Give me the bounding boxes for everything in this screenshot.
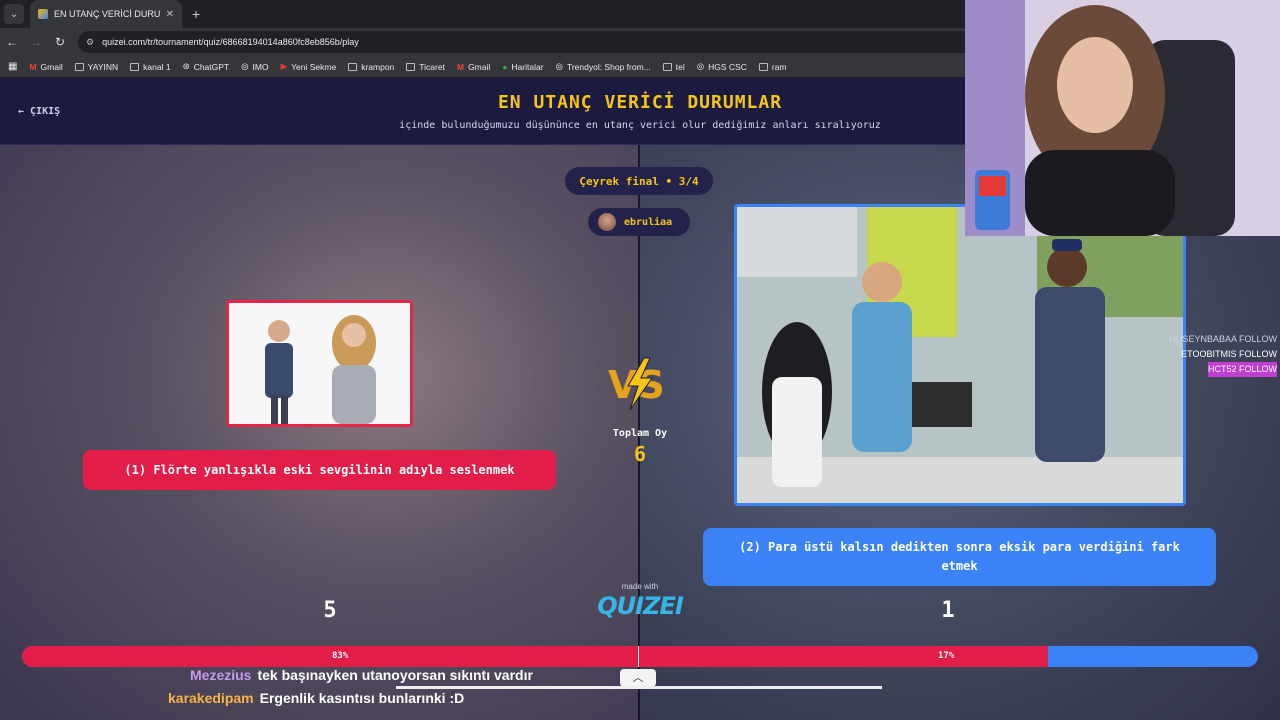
url-text: quizei.com/tr/tournament/quiz/6866819401… bbox=[102, 37, 359, 47]
bookmark-ram[interactable]: ram bbox=[758, 62, 787, 72]
folder-icon bbox=[662, 62, 672, 71]
globe-icon: ◎ bbox=[555, 61, 563, 71]
chat-text: tek başınayken utanoyorsan sıkıntı vardı… bbox=[257, 667, 533, 683]
option-1-image[interactable] bbox=[226, 300, 413, 427]
apps-icon[interactable]: ▦ bbox=[8, 61, 17, 72]
total-votes-value: 6 bbox=[633, 442, 647, 466]
folder-icon bbox=[348, 62, 358, 71]
webcam-overlay bbox=[965, 0, 1280, 236]
chat-text: Ergenlik kasıntısı bunlarınki :D bbox=[259, 690, 465, 706]
option-2-vote-count: 1 bbox=[941, 598, 955, 623]
bookmark-kanal1[interactable]: kanal 1 bbox=[130, 62, 171, 72]
new-tab-icon[interactable]: + bbox=[192, 6, 200, 22]
bookmark-hgs[interactable]: ◎ HGS CSC bbox=[697, 61, 747, 72]
option-2-button[interactable]: (2) Para üstü kalsın dedikten sonra eksi… bbox=[703, 528, 1216, 586]
bookmark-yeni-sekme[interactable]: ▶ Yeni Sekme bbox=[281, 61, 337, 72]
made-with-label: made with bbox=[621, 582, 659, 591]
chat-message: Mezezius tek başınayken utanoyorsan sıkı… bbox=[190, 667, 533, 683]
follow-alert: ETOOBITMIS FOLLOW bbox=[1181, 349, 1277, 359]
folder-icon bbox=[758, 62, 768, 71]
folder-icon bbox=[406, 62, 416, 71]
tab-title: EN UTANÇ VERİCİ DURUMLAR bbox=[54, 9, 160, 19]
browser-tab[interactable]: EN UTANÇ VERİCİ DURUMLAR ✕ bbox=[30, 0, 182, 28]
bookmark-tel[interactable]: tel bbox=[662, 62, 685, 72]
play-icon: ▶ bbox=[280, 61, 288, 71]
option-1-vote-count: 5 bbox=[323, 598, 337, 623]
user-badge: ebruliaa bbox=[588, 208, 690, 236]
vote-progress-bar: 83% 17% bbox=[22, 646, 1258, 667]
option-1-button[interactable]: (1) Flörte yanlışıkla eski sevgilinin ad… bbox=[83, 450, 556, 490]
progress-midline bbox=[638, 646, 639, 667]
reload-icon[interactable]: ↻ bbox=[48, 35, 72, 49]
chat-username: karakedipam bbox=[168, 690, 254, 706]
bookmark-trendyol[interactable]: ◎ Trendyol: Shop from... bbox=[556, 61, 651, 72]
option-1-progress-fill bbox=[22, 646, 1048, 667]
bookmark-imo[interactable]: ◎ IMO bbox=[241, 61, 268, 72]
bookmark-gmail[interactable]: M Gmail bbox=[29, 62, 62, 72]
site-info-icon[interactable]: ⚙ bbox=[86, 37, 94, 48]
tab-search-icon[interactable]: ⌄ bbox=[4, 4, 24, 24]
option-1-percent: 83% bbox=[332, 651, 349, 661]
map-pin-icon: ● bbox=[502, 61, 508, 72]
username: ebruliaa bbox=[624, 216, 673, 228]
globe-icon: ◎ bbox=[241, 61, 249, 71]
globe-icon: ◎ bbox=[696, 61, 705, 71]
follow-alert: HCT52 FOLLOW bbox=[1160, 362, 1280, 377]
total-votes-label: Toplam Oy bbox=[612, 428, 668, 439]
chevron-up-icon[interactable]: ︿ bbox=[620, 669, 656, 687]
left-background bbox=[0, 145, 639, 720]
folder-icon bbox=[74, 62, 84, 71]
chat-message: karakedipam Ergenlik kasıntısı bunlarınk… bbox=[168, 690, 464, 706]
chat-username: Mezezius bbox=[190, 667, 252, 683]
avatar bbox=[598, 213, 616, 231]
back-icon[interactable]: ← bbox=[0, 35, 24, 49]
forward-icon[interactable]: → bbox=[24, 35, 48, 49]
bookmark-chatgpt[interactable]: ⊛ ChatGPT bbox=[183, 61, 230, 72]
bookmark-haritalar[interactable]: ● Haritalar bbox=[502, 62, 543, 72]
quizei-logo[interactable]: QUIZEI bbox=[597, 592, 684, 620]
bookmark-yayinn[interactable]: YAYINN bbox=[74, 62, 118, 72]
bookmark-ticaret[interactable]: Ticaret bbox=[406, 62, 445, 72]
favicon-icon bbox=[38, 9, 48, 19]
bottom-strip bbox=[396, 686, 882, 689]
bookmark-krampon[interactable]: krampon bbox=[348, 62, 394, 72]
url-field[interactable]: ⚙ quizei.com/tr/tournament/quiz/68668194… bbox=[78, 31, 978, 53]
round-badge: Çeyrek final • 3/4 bbox=[565, 167, 713, 195]
chatgpt-icon: ⊛ bbox=[182, 61, 190, 71]
folder-icon bbox=[130, 62, 140, 71]
option-2-percent: 17% bbox=[938, 651, 955, 661]
close-tab-icon[interactable]: ✕ bbox=[166, 9, 174, 20]
follow-alert: HUSEYNBABAA FOLLOW bbox=[1169, 334, 1277, 344]
bookmark-gmail-2[interactable]: M Gmail bbox=[457, 62, 490, 72]
follow-alerts: HUSEYNBABAA FOLLOW ETOOBITMIS FOLLOW HCT… bbox=[1160, 332, 1280, 377]
option-2-image[interactable] bbox=[734, 204, 1186, 506]
versus-icon: VS bbox=[608, 357, 665, 411]
